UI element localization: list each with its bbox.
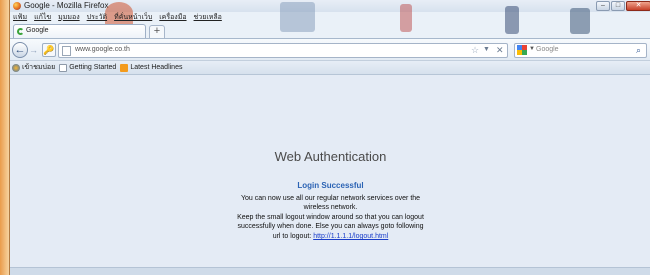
bookmarks-toolbar: เข้าชมบ่อย Getting Started Latest Headli… [10,61,650,75]
page-heading: Web Authentication [274,149,387,164]
bookmark-getting-started[interactable]: Getting Started [59,63,117,72]
navigation-toolbar: ← → 🔑 www.google.co.th ☆ ▼ ✕ ▼ Google ⌕ [10,38,650,61]
menu-file[interactable]: แฟ้ม [13,12,27,23]
menu-view[interactable]: มุมมอง [58,12,79,23]
menu-bookmarks[interactable]: ที่คั่นหน้าเว็บ [114,12,152,23]
message-line: wireless network. [303,204,358,211]
menu-tools[interactable]: เครื่องมือ [159,12,186,23]
login-status-title: Login Successful [297,181,364,190]
bookmark-label: Getting Started [69,64,117,71]
message-line: Keep the small logout window around so t… [237,214,424,221]
maximize-button[interactable]: □ [611,1,625,11]
message-line: You can now use all our regular network … [240,195,421,202]
site-identity-icon[interactable]: 🔑 [42,43,56,57]
menu-edit[interactable]: แก้ไข [34,12,51,23]
logout-prefix: url to logout: [272,233,312,240]
bookmark-latest-headlines[interactable]: Latest Headlines [120,63,183,72]
menu-history[interactable]: ประวัติ [87,12,107,23]
forward-button[interactable]: → [28,44,39,56]
message-line: successfully when done. Else you can alw… [237,223,424,230]
close-button[interactable]: ✕ [626,1,650,11]
page-content: Web Authentication Login Successful You … [10,75,650,275]
desktop-edge [0,0,9,275]
window-title: Google - Mozilla Firefox [24,1,109,10]
url-history-dropdown-icon[interactable]: ▼ [483,46,490,53]
search-bar[interactable]: ▼ Google ⌕ [514,43,647,58]
search-input[interactable]: Google [536,46,559,53]
page-icon [59,63,68,72]
engine-dropdown-icon[interactable]: ▼ [529,46,535,52]
bookmark-most-visited[interactable]: เข้าชมบ่อย [12,62,55,73]
firefox-window: Google - Mozilla Firefox – □ ✕ แฟ้ม แก้ไ… [9,0,650,275]
url-bar[interactable]: www.google.co.th ☆ ▼ ✕ [58,43,508,58]
back-button[interactable]: ← [12,42,28,58]
status-bar [10,267,650,275]
rss-feed-icon [120,63,129,72]
logout-link[interactable]: http://1.1.1.1/logout.html [313,233,388,240]
menu-help[interactable]: ช่วยเหลือ [194,12,222,23]
search-icon[interactable]: ⌕ [636,45,641,56]
tab-label: Google [26,27,49,34]
stop-icon[interactable]: ✕ [496,45,504,56]
minimize-button[interactable]: – [596,1,610,11]
page-favicon-icon [62,46,71,56]
new-tab-button[interactable]: + [149,25,165,38]
title-bar: Google - Mozilla Firefox – □ ✕ [10,0,650,34]
most-visited-icon [12,63,20,72]
tab-strip: Google + [10,23,650,38]
url-text[interactable]: www.google.co.th [75,46,130,53]
bookmark-star-icon[interactable]: ☆ [471,45,479,56]
menu-bar: แฟ้ม แก้ไข มุมมอง ประวัติ ที่คั่นหน้าเว็… [10,12,650,23]
bookmark-label: Latest Headlines [130,64,183,71]
tab-google[interactable]: Google [13,24,146,38]
message-line: url to logout: http://1.1.1.1/logout.htm… [10,232,650,241]
google-engine-icon[interactable] [517,45,528,56]
bookmark-label: เข้าชมบ่อย [22,64,56,71]
loading-spinner-icon [17,28,24,35]
firefox-logo-icon [13,2,21,10]
